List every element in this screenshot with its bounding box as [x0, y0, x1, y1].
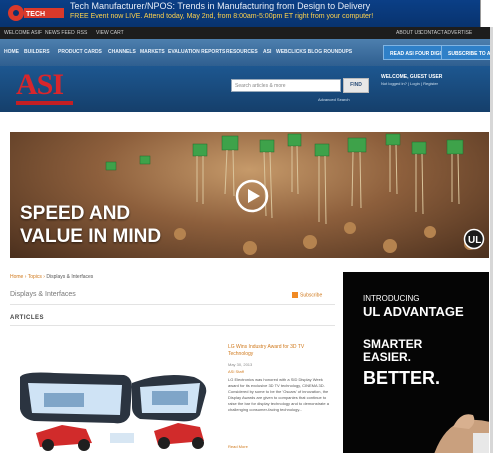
hero-headline-line-2: VALUE IN MIND: [20, 226, 162, 247]
article-title-link[interactable]: LG Wins Industry Award for 3D TV Technol…: [228, 344, 328, 358]
util-link-news[interactable]: NEWS FEED: [45, 30, 75, 36]
gear-logo-icon: TECH: [8, 5, 64, 21]
banner-line-1: Tech Manufacturer/NPOS: Trends in Manufa…: [70, 1, 371, 11]
nav-item-product-cards[interactable]: PRODUCT CARDS: [58, 49, 102, 55]
play-icon[interactable]: [235, 179, 269, 213]
rss-icon: [292, 292, 298, 298]
nav-item-channels[interactable]: CHANNELS: [108, 49, 136, 55]
util-link-cart[interactable]: VIEW CART: [96, 30, 124, 36]
article-date: May 30, 2013: [228, 362, 253, 367]
divider: [10, 325, 335, 326]
ad-line-easier: EASIER.: [363, 350, 412, 364]
breadcrumb-category[interactable]: Topics: [28, 274, 42, 280]
site-header: ASI Search articles & more FIND Advanced…: [0, 66, 493, 112]
util-link-rss[interactable]: RSS: [77, 30, 87, 36]
breadcrumb: Home › Topics › Displays & Interfaces: [10, 274, 93, 280]
article-author[interactable]: ASI Staff: [228, 369, 244, 374]
main-nav: HOME BUILDERS PRODUCT CARDS CHANNELS MAR…: [0, 39, 493, 66]
search-input[interactable]: Search articles & more: [231, 79, 341, 92]
top-banner-ad[interactable]: TECH Tech Manufacturer/NPOS: Trends in M…: [0, 0, 493, 27]
search-button[interactable]: FIND: [343, 78, 369, 93]
ul-logo-icon: UL: [463, 228, 485, 250]
subscribe-button[interactable]: SUBSCRIBE TO ASI: [441, 45, 491, 60]
nav-item-asi[interactable]: ASI: [263, 49, 271, 55]
ul-advantage-ad[interactable]: INTRODUCING UL ADVANTAGE SMARTER EASIER.…: [343, 272, 489, 453]
articles-heading: ARTICLES: [10, 315, 44, 321]
banner-line-2: FREE Event now LIVE. Attend today, May 2…: [70, 13, 374, 20]
ad-line-product: UL ADVANTAGE: [363, 304, 464, 319]
util-link-welcome[interactable]: WELCOME ASIF: [4, 30, 42, 36]
read-more-link[interactable]: Read More: [228, 444, 248, 449]
hand-image: [434, 414, 489, 453]
page-title: Displays & Interfaces: [10, 291, 76, 298]
banner-edge: [480, 0, 493, 27]
util-link-advertise[interactable]: ADVERTISE: [444, 30, 472, 36]
nav-item-webclicks[interactable]: WEBCLICKS BLOG ROUNDUPS: [276, 49, 352, 55]
divider: [10, 304, 335, 305]
util-link-contact[interactable]: CONTACT: [420, 30, 444, 36]
subscribe-label: Subscribe: [300, 292, 323, 299]
hero-headline-line-1: SPEED AND: [20, 203, 131, 224]
ad-line-introducing: INTRODUCING: [363, 294, 420, 303]
ad-line-tagline: SMARTER EASIER.: [363, 338, 422, 364]
util-link-about[interactable]: ABOUT US: [396, 30, 421, 36]
nav-item-evaluation-reports[interactable]: EVALUATION REPORTS: [168, 49, 225, 55]
logo-text: ASI: [16, 68, 64, 101]
svg-text:TECH: TECH: [26, 11, 45, 18]
hero-banner[interactable]: SPEED AND VALUE IN MIND UL: [10, 132, 489, 258]
subscribe-link[interactable]: Subscribe: [292, 292, 322, 298]
advanced-search-link[interactable]: Advanced Search: [318, 97, 350, 102]
article-thumbnail-3d-glasses[interactable]: [14, 363, 214, 453]
hero-headline: SPEED AND VALUE IN MIND: [20, 202, 161, 248]
signin-title: WELCOME, GUEST USER: [381, 74, 443, 80]
nav-item-builders[interactable]: BUILDERS: [24, 49, 50, 55]
signin-links[interactable]: Not logged in? | Login | Register: [381, 81, 438, 86]
nav-item-home[interactable]: HOME: [4, 49, 19, 55]
ad-line-better: BETTER.: [363, 368, 441, 388]
breadcrumb-current: Displays & Interfaces: [46, 274, 94, 280]
breadcrumb-home[interactable]: Home: [10, 274, 23, 280]
svg-text:UL: UL: [468, 235, 481, 246]
asi-logo[interactable]: ASI: [16, 68, 76, 105]
nav-item-markets[interactable]: MARKETS: [140, 49, 165, 55]
nav-item-resources[interactable]: RESOURCES: [226, 49, 258, 55]
article-summary: LG Electronics was honored with a SID Di…: [228, 377, 329, 412]
utility-bar: WELCOME ASIF NEWS FEED RSS VIEW CART ABO…: [0, 27, 493, 39]
logo-underline: [16, 101, 73, 105]
